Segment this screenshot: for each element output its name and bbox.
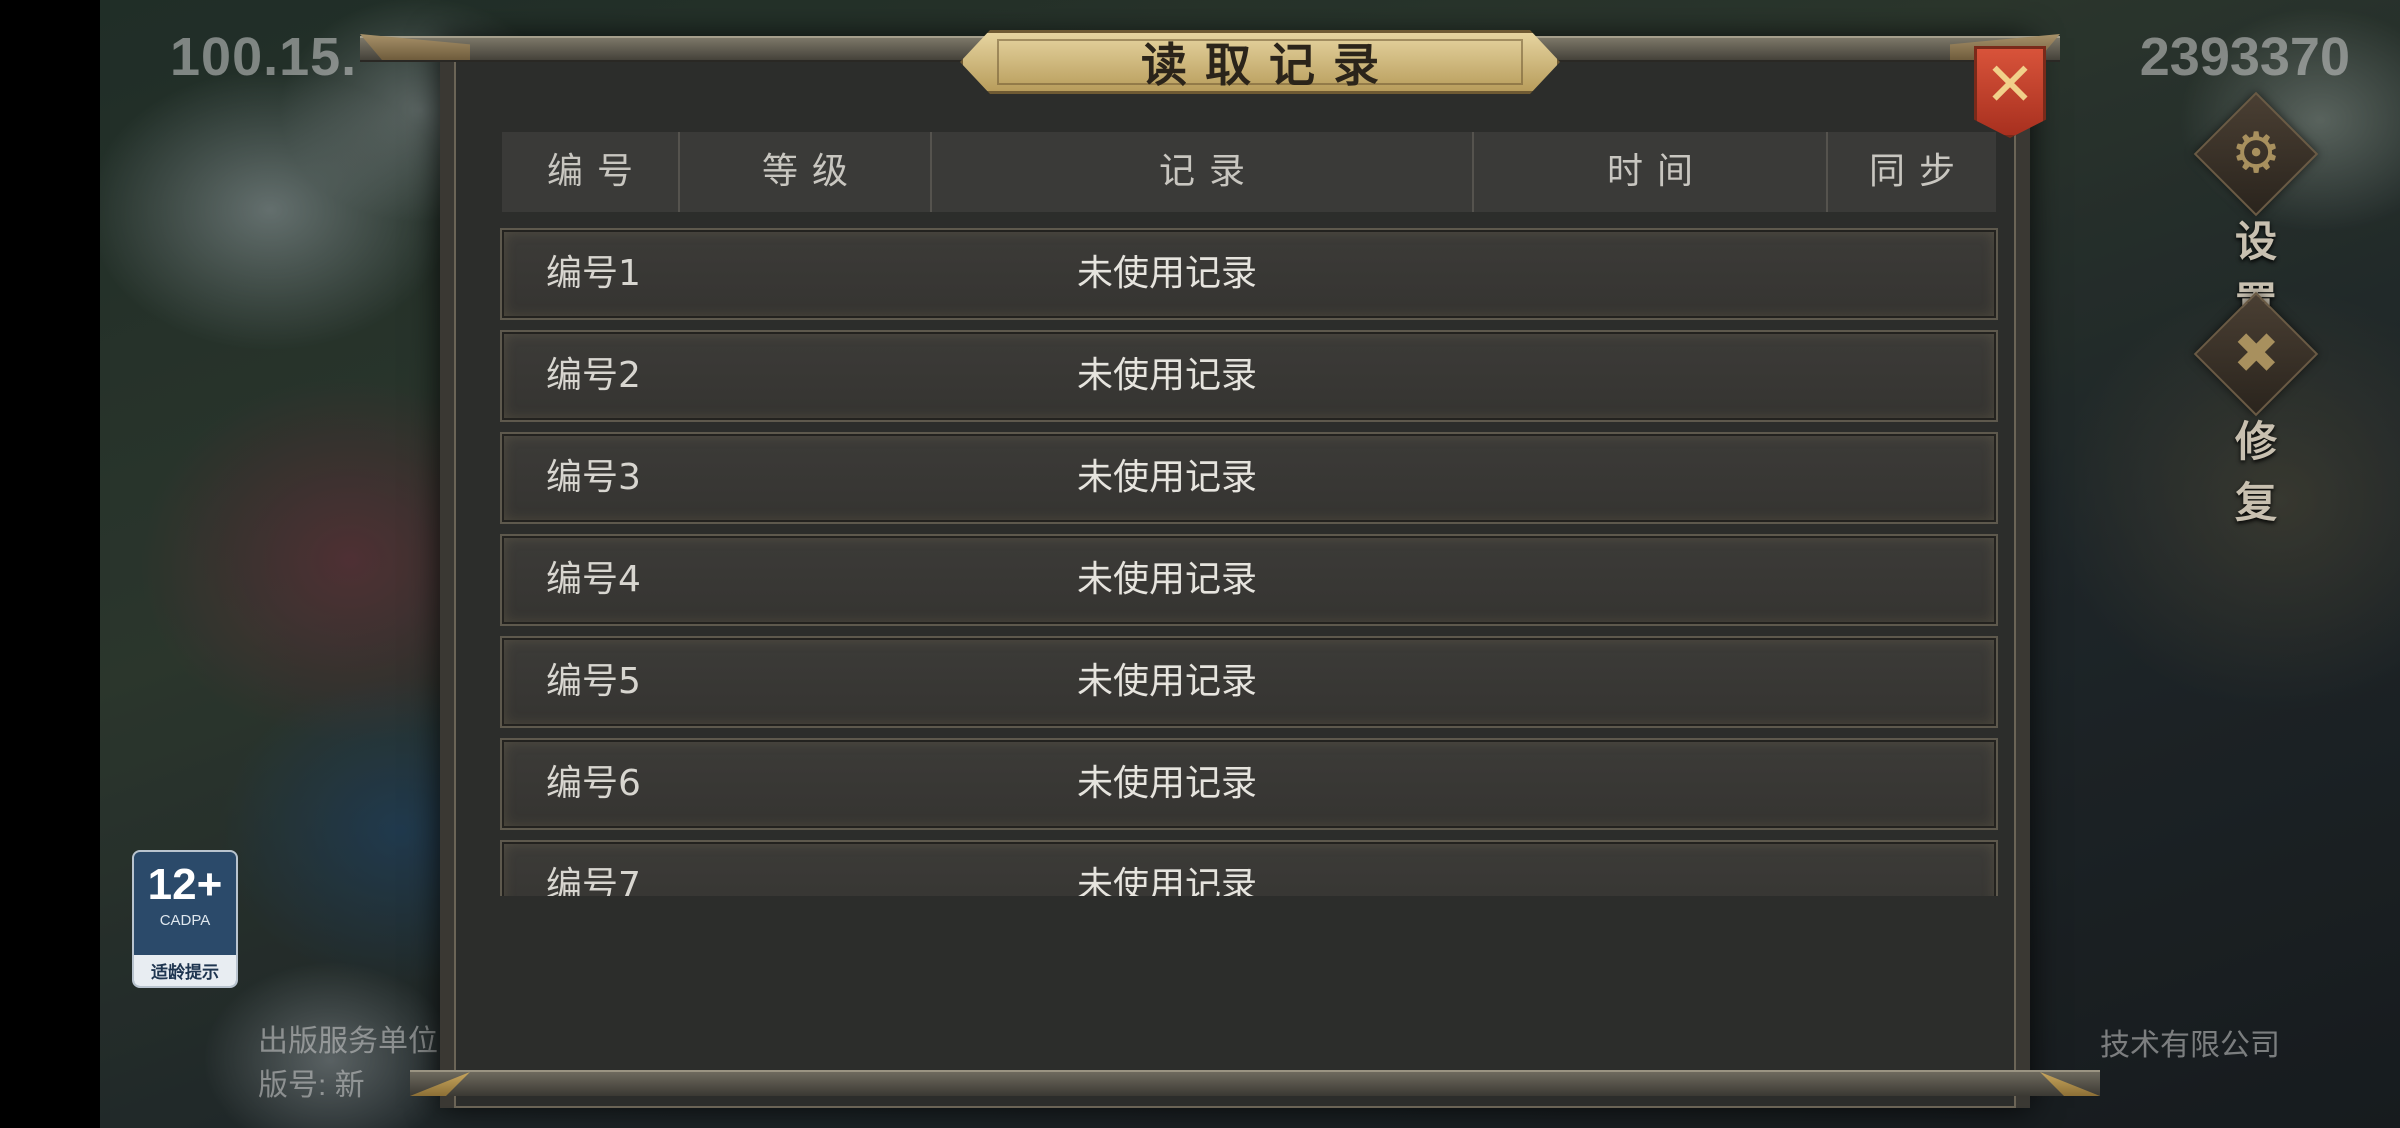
age-rating-badge: 12+ CADPA 适龄提示 [132,850,238,988]
column-header-sync: 同步 [1868,151,1969,192]
gear-icon: ⚙ [2230,120,2282,186]
column-header-level: 等级 [680,132,932,212]
record-status: 未使用记录 [1076,661,1257,702]
dialog-frame-bottom [410,1070,2100,1096]
record-row[interactable]: 编号6 未使用记录 [500,738,1998,830]
close-icon: ✕ [1984,50,2036,120]
table-header: 编号 等级 记录 时间 同步 [502,132,1996,212]
column-header-number: 编号 [502,132,680,212]
record-list[interactable]: 编号1 未使用记录 编号2 未使用记录 编号3 未使用记录 编号4 未使用记录 … [500,228,1998,896]
record-row[interactable]: 编号3 未使用记录 [500,432,1998,524]
column-header-record: 记录 [932,132,1474,212]
close-button[interactable]: ✕ [1974,46,2046,138]
record-row[interactable]: 编号4 未使用记录 [500,534,1998,626]
record-status: 未使用记录 [1076,355,1257,396]
record-row[interactable]: 编号5 未使用记录 [500,636,1998,728]
record-row[interactable]: 编号1 未使用记录 [500,228,1998,320]
player-id-text: 2393370 [2139,27,2350,87]
column-header-time: 时间 [1474,132,1828,212]
record-status: 未使用记录 [1076,865,1257,896]
version-text: 版号: 新 [258,1069,365,1102]
repair-label: 修复 [2234,417,2299,527]
record-status: 未使用记录 [1076,253,1257,294]
record-status: 未使用记录 [1076,457,1257,498]
dialog-title-plate: 读取记录 [960,30,1560,94]
record-status: 未使用记录 [1076,763,1257,804]
record-row[interactable]: 编号2 未使用记录 [500,330,1998,422]
repair-button[interactable]: ✖ 修复 [2193,291,2319,530]
dialog-title: 读取记录 [1141,38,1397,92]
wrench-icon: ✖ [2232,320,2280,386]
publisher-text: 出版服务单位 [258,1025,438,1058]
server-ip-text: 100.15. [170,27,358,87]
record-row[interactable]: 编号7 未使用记录 [500,840,1998,896]
record-status: 未使用记录 [1076,559,1257,600]
age-rating-org: CADPA [159,912,211,929]
company-text: 技术有限公司 [2100,1029,2280,1062]
age-rating-tip: 适龄提示 [134,955,236,986]
age-rating-number: 12+ [147,860,223,909]
